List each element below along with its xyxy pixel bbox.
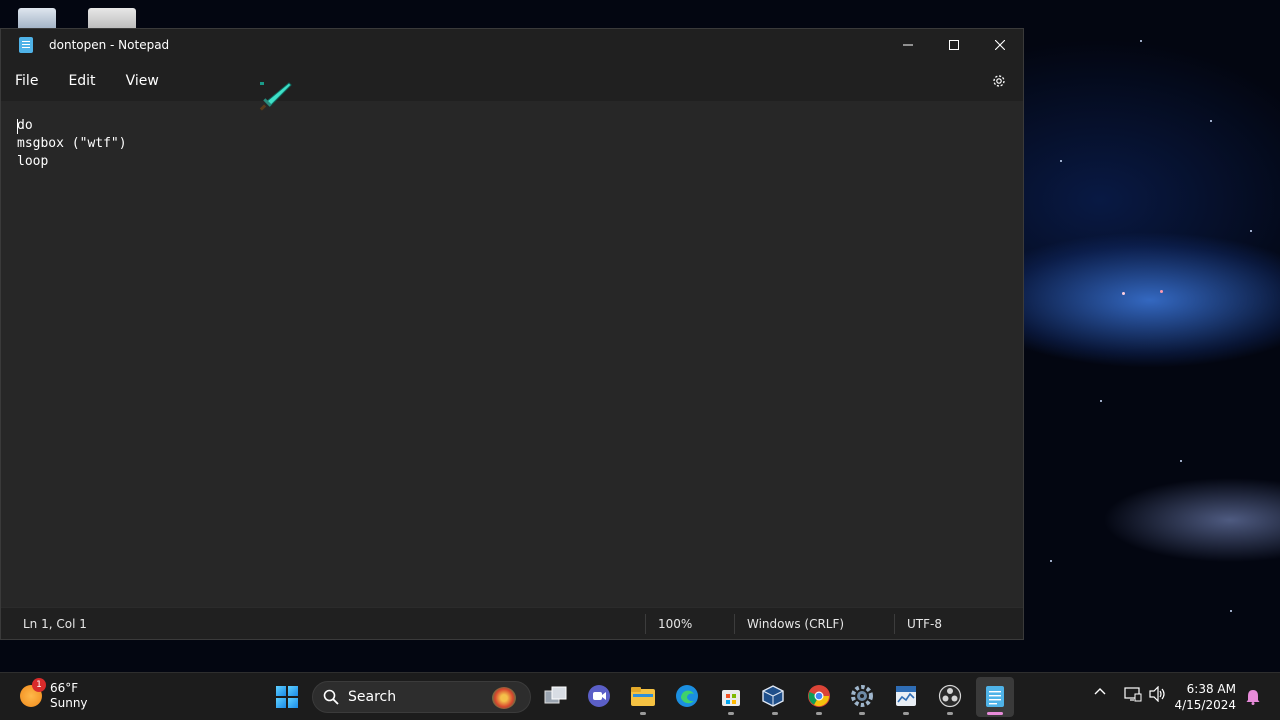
weather-temp: 66°F — [50, 681, 79, 695]
minimize-button[interactable] — [885, 29, 931, 61]
zoom-level[interactable]: 100% — [645, 613, 734, 634]
encoding[interactable]: UTF-8 — [894, 613, 1014, 634]
bell-icon — [1246, 690, 1260, 705]
status-bar: Ln 1, Col 1 100% Windows (CRLF) UTF-8 — [1, 607, 1023, 639]
title-bar[interactable]: dontopen - Notepad — [1, 29, 1023, 61]
close-icon — [995, 40, 1005, 50]
volume-icon — [1149, 685, 1165, 703]
folder-icon — [631, 687, 655, 706]
maximize-button[interactable] — [931, 29, 977, 61]
virtualbox-icon — [762, 685, 784, 707]
chevron-up-icon — [1094, 688, 1106, 695]
taskbar-search[interactable]: Search — [312, 681, 531, 713]
cursor-position: Ln 1, Col 1 — [23, 616, 87, 631]
microsoft-store-button[interactable] — [718, 683, 744, 709]
file-explorer-button[interactable] — [630, 683, 656, 709]
settings-app-button[interactable] — [849, 683, 875, 709]
text-editor[interactable]: do msgbox ("wtf") loop — [1, 101, 1023, 607]
menu-file[interactable]: File — [1, 66, 53, 96]
search-placeholder: Search — [348, 689, 397, 705]
editor-line: do — [17, 118, 33, 133]
edge-button[interactable] — [674, 683, 700, 709]
maximize-icon — [949, 40, 959, 50]
task-view-button[interactable] — [543, 683, 569, 709]
close-button[interactable] — [977, 29, 1023, 61]
start-button[interactable] — [276, 686, 298, 708]
editor-line: msgbox ("wtf") — [17, 136, 127, 151]
search-highlight-icon — [492, 687, 516, 709]
line-ending[interactable]: Windows (CRLF) — [734, 613, 894, 634]
chrome-icon — [808, 685, 830, 707]
minimize-icon — [903, 44, 913, 46]
recycle-bin-icon[interactable] — [18, 8, 56, 30]
sword-cursor-icon — [259, 82, 292, 111]
windows-logo-icon — [276, 686, 286, 696]
store-icon — [722, 690, 740, 706]
menu-view[interactable]: View — [111, 66, 174, 96]
desktop-shortcut-icon[interactable] — [88, 8, 136, 30]
settings-gear-icon — [851, 685, 873, 707]
sun-icon: 1 — [20, 678, 46, 707]
task-view-icon — [544, 686, 567, 704]
obs-button[interactable] — [937, 683, 963, 709]
notepad-window: dontopen - Notepad File Edit View do msg — [0, 28, 1024, 640]
task-manager-icon — [896, 686, 916, 706]
settings-button[interactable] — [989, 71, 1009, 91]
notification-badge: 1 — [32, 678, 46, 692]
task-manager-button[interactable] — [893, 683, 919, 709]
weather-condition: Sunny — [50, 696, 88, 710]
show-hidden-icons-button[interactable] — [1094, 686, 1106, 702]
volume-button[interactable] — [1149, 685, 1167, 706]
text-caret — [17, 119, 18, 134]
video-call-icon — [588, 685, 610, 707]
search-icon — [323, 689, 339, 705]
menu-bar: File Edit View — [1, 61, 1023, 101]
edge-icon — [676, 685, 698, 707]
notepad-taskbar-button[interactable] — [982, 683, 1008, 709]
window-title: dontopen - Notepad — [49, 38, 170, 52]
active-app-indicator — [987, 712, 1003, 715]
gear-icon — [993, 75, 1005, 87]
notifications-button[interactable] — [1246, 689, 1260, 709]
editor-line: loop — [17, 154, 49, 169]
clock[interactable]: 6:38 AM 4/15/2024 — [1174, 681, 1236, 713]
obs-icon — [938, 684, 962, 708]
notepad-icon — [19, 37, 33, 53]
weather-widget[interactable]: 1 66°F Sunny — [20, 678, 88, 711]
teams-meet-button[interactable] — [586, 683, 612, 709]
window-controls — [885, 29, 1023, 61]
network-icon — [1124, 687, 1142, 702]
network-button[interactable] — [1124, 686, 1142, 706]
virtualbox-button[interactable] — [760, 683, 786, 709]
clock-date: 4/15/2024 — [1174, 698, 1236, 712]
notepad-icon — [986, 686, 1004, 707]
clock-time: 6:38 AM — [1186, 682, 1236, 696]
chrome-button[interactable] — [806, 683, 832, 709]
taskbar: 1 66°F Sunny Search 6:38 AM 4/15/2024 — [0, 672, 1280, 720]
menu-edit[interactable]: Edit — [53, 66, 110, 96]
